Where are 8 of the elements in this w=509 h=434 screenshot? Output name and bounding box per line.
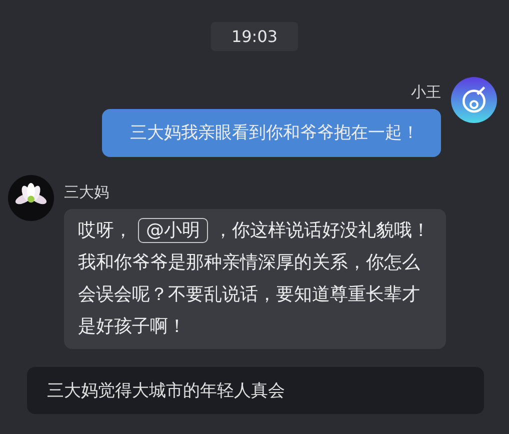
message-text: 三大妈我亲眼看到你和爷爷抱在一起！ [130, 122, 419, 145]
sender-name: 小王 [411, 83, 441, 102]
timestamp: 19:03 [211, 22, 298, 51]
mention-tag[interactable]: @小明 [138, 218, 208, 243]
notice-text: 三大妈觉得大城市的年轻人真会 [47, 381, 285, 401]
sender-name: 三大妈 [64, 183, 110, 202]
message-text: 哎呀， @小明 ，你这样说话好没礼貌哦！我和你爷爷是那种亲情深厚的关系，你怎么会误会呢？不要乱说话，要知道尊重长辈才是好孩子啊！ [78, 217, 430, 339]
chat-bubble-avatar-icon[interactable] [451, 77, 497, 123]
